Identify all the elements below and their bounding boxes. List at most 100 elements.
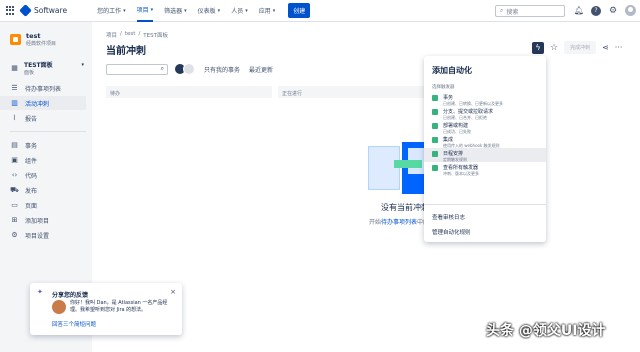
automation-lightning-icon[interactable]: ϟ <box>532 41 544 54</box>
user-avatar[interactable] <box>625 5 636 16</box>
search-placeholder: 搜索 <box>506 8 519 16</box>
play-icon <box>432 165 438 171</box>
trigger-desc: 已创建、已合并、已拒绝 <box>443 115 487 120</box>
nav-label: 项目 <box>136 7 149 14</box>
close-icon[interactable]: × <box>170 288 176 296</box>
feedback-popup: ✦ 分享您的反馈 × 你好！我叫 Dan，是 Atlassian 一名产品经理。… <box>30 283 182 335</box>
trigger-desc: 已创建、已转换、已更新以及更多 <box>443 101 503 106</box>
nav-filters[interactable]: 筛选器 ▾ <box>164 0 187 22</box>
issue-trigger-icon <box>432 95 438 101</box>
nav-projects[interactable]: 项目 ▾ <box>136 0 154 22</box>
calendar-icon <box>432 151 438 157</box>
sidebar-item-issues[interactable]: ▤ 事务 <box>0 138 86 152</box>
trigger-title: 查看所有触发器 <box>443 165 479 171</box>
board-search-input[interactable]: ⌕ <box>106 63 168 75</box>
trigger-schedule[interactable]: 日程安排 定期触发规则 <box>424 148 546 162</box>
answer-questions-link[interactable]: 回答三个简短问题 <box>52 320 96 328</box>
help-icon[interactable]: ? <box>591 5 601 16</box>
board-type: 面板 <box>24 70 35 76</box>
share-icon[interactable]: ⋖ <box>602 43 609 52</box>
breadcrumb-separator: / <box>120 31 122 37</box>
sidebar-item-releases[interactable]: ⛟ 发布 <box>0 183 86 197</box>
trigger-deploy-build[interactable]: 部署或构建 已成功、已失败 <box>424 120 546 134</box>
sparkle-icon: ✦ <box>37 288 43 296</box>
sidebar-item-reports[interactable]: ⌇ 报告 <box>0 111 86 125</box>
trigger-title: 集成 <box>443 137 454 143</box>
complete-sprint-button[interactable]: 完成冲刺 <box>564 41 597 54</box>
create-button[interactable]: 创建 <box>288 3 311 18</box>
view-audit-log-link[interactable]: 查看审核日志 <box>432 213 465 221</box>
release-icon: ⛟ <box>10 185 19 194</box>
settings-gear-icon: ⚙ <box>11 231 18 239</box>
nav-label: 应用 <box>258 8 271 15</box>
branch-icon <box>432 109 438 115</box>
notification-bell-icon[interactable]: 🔔︎ <box>574 6 584 16</box>
star-icon[interactable]: ☆ <box>550 43 558 53</box>
avatar <box>52 300 66 314</box>
assignee-avatars <box>174 63 195 75</box>
add-item-icon: ⊞ <box>11 216 18 224</box>
project-icon <box>10 34 21 45</box>
trigger-title: 日程安排 <box>443 151 464 157</box>
nav-people[interactable]: 人员 ▾ <box>231 0 248 22</box>
page-title: 当前冲刺 <box>106 46 146 57</box>
nav-your-work[interactable]: 您的工作 ▾ <box>97 0 126 22</box>
nav-label: 仪表板 <box>197 8 216 15</box>
board-selector[interactable]: ▦ TEST面板 面板 ▾ <box>10 60 84 76</box>
board-icon: ▦ <box>11 64 18 72</box>
jira-logo-icon <box>19 4 32 17</box>
trigger-view-all[interactable]: 查看所有触发器 冲刺、版本以及更多 <box>424 162 546 176</box>
backlog-link[interactable]: 待办事项列表 <box>381 219 417 226</box>
project-name: test <box>26 32 41 40</box>
sidebar-item-code[interactable]: ‹› 代码 <box>0 168 86 182</box>
avatar[interactable] <box>183 63 195 75</box>
sidebar-item-active-sprint[interactable]: ▥ 活动冲刺 <box>0 96 86 110</box>
trigger-desc: 已成功、已失败 <box>443 129 471 134</box>
breadcrumb-item[interactable]: TEST面板 <box>143 31 168 39</box>
breadcrumb-item[interactable]: test <box>125 31 136 39</box>
jira-logo[interactable]: Software <box>19 4 67 17</box>
nav-apps[interactable]: 应用 ▾ <box>259 0 276 22</box>
quick-filter-only-my-issues[interactable]: 只有我的事务 <box>204 65 240 74</box>
watermark: 头条 @领父UI设计 <box>486 323 606 339</box>
project-header[interactable]: test 经典软件项目 <box>10 32 92 47</box>
sidebar-item-label: 代码 <box>25 172 38 180</box>
search-icon: ⌕ <box>160 65 164 72</box>
search-icon: ⌕ <box>500 7 504 14</box>
trigger-branch-commit-pr[interactable]: 分支、提交或拉取请求 已创建、已合并、已拒绝 <box>424 106 546 120</box>
sidebar-item-label: 组件 <box>25 157 38 165</box>
more-options-icon[interactable]: ··· <box>615 43 623 52</box>
sidebar-item-project-settings[interactable]: ⚙ 项目设置 <box>0 228 86 242</box>
trigger-title: 部署或构建 <box>443 123 469 129</box>
chevron-down-icon: ▾ <box>184 7 187 14</box>
sidebar-item-label: 事务 <box>25 142 38 150</box>
sidebar-item-backlog[interactable]: ☰ 待办事项列表 <box>0 81 86 95</box>
trigger-issue[interactable]: 事务 已创建、已转换、已更新以及更多 <box>424 92 546 106</box>
webhook-icon <box>432 137 438 143</box>
breadcrumb-item[interactable]: 项目 <box>106 31 117 39</box>
empty-sub-prefix: 开始 <box>368 219 381 226</box>
sidebar-item-add-item[interactable]: ⊞ 添加项目 <box>0 213 86 227</box>
board-columns-icon: ▥ <box>11 99 18 107</box>
trigger-list: 事务 已创建、已转换、已更新以及更多 分支、提交或拉取请求 已创建、已合并、已拒绝 … <box>424 92 546 176</box>
trigger-desc: 定期触发规则 <box>443 157 467 162</box>
search-input[interactable]: ⌕ 搜索 <box>495 5 565 17</box>
main-nav: 您的工作 ▾ 项目 ▾ 筛选器 ▾ 仪表板 ▾ 人员 ▾ 应用 ▾ 创建 <box>97 0 311 22</box>
chevron-down-icon: ▾ <box>272 7 276 14</box>
settings-gear-icon[interactable]: ⚙ <box>608 6 618 16</box>
trigger-integration[interactable]: 集成 使用传入的 webhook 触发规则 <box>424 134 546 148</box>
app-switcher-icon[interactable] <box>6 6 15 15</box>
sidebar-divider <box>10 131 86 132</box>
quick-filter-recently-updated[interactable]: 最近更新 <box>249 65 273 74</box>
chevron-down-icon: ▾ <box>81 62 84 68</box>
chevron-down-icon: ▾ <box>217 7 221 14</box>
manage-automation-rules-link[interactable]: 管理自动化规则 <box>432 228 471 236</box>
sidebar-item-pages[interactable]: ▭ 页面 <box>0 198 86 212</box>
feedback-message: 你好！我叫 Dan，是 Atlassian 一名产品经理。我希望听到您对 Jir… <box>70 300 168 313</box>
feedback-title: 分享您的反馈 <box>52 292 89 299</box>
nav-dashboards[interactable]: 仪表板 ▾ <box>198 0 221 22</box>
nav-label: 筛选器 <box>164 8 183 15</box>
code-icon: ‹› <box>11 171 18 179</box>
sidebar-item-components[interactable]: ▣ 组件 <box>0 153 86 167</box>
automation-panel: 添加自动化 选择触发器 事务 已创建、已转换、已更新以及更多 分支、提交或拉取请求… <box>424 56 546 242</box>
